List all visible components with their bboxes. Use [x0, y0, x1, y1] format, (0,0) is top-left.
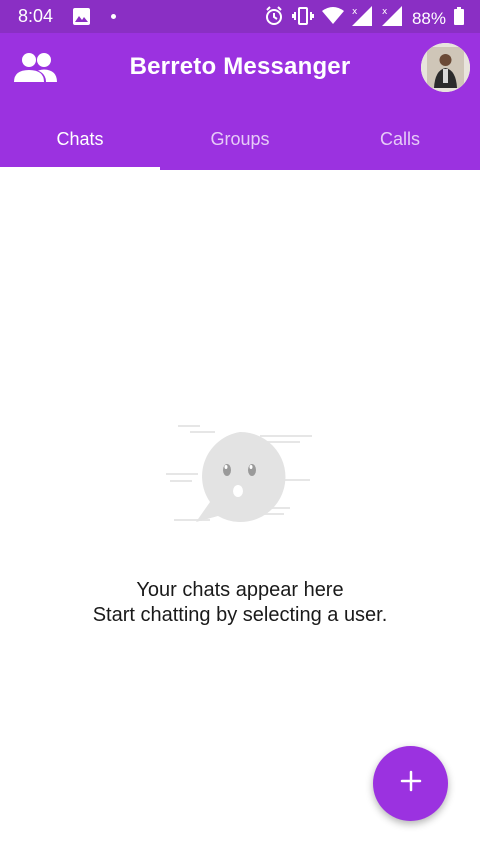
new-chat-button[interactable] [373, 746, 448, 821]
battery-percent: 88% [411, 8, 446, 28]
app-title: Berreto Messanger [129, 53, 351, 80]
image-icon [73, 8, 90, 30]
tab-label: Groups [210, 129, 270, 149]
app-bar: Berreto Messanger Chats Groups Calls [0, 33, 480, 170]
signal-icon: x [351, 6, 374, 31]
tab-indicator [0, 167, 160, 170]
tab-chats[interactable]: Chats [0, 111, 160, 170]
status-time: 8:04 [18, 6, 54, 26]
battery-icon [454, 7, 464, 30]
tab-groups[interactable]: Groups [160, 111, 320, 170]
empty-state-subtitle: Start chatting by selecting a user. [92, 604, 388, 626]
tab-label: Chats [56, 129, 104, 149]
empty-state-title: Your chats appear here [136, 579, 344, 601]
svg-text:x: x [352, 7, 358, 17]
alarm-icon [264, 6, 284, 31]
tab-calls[interactable]: Calls [320, 111, 480, 170]
profile-avatar[interactable] [421, 43, 470, 92]
notification-dot [111, 14, 116, 19]
tab-label: Calls [379, 129, 420, 149]
vibrate-icon [291, 7, 314, 30]
empty-state-message: Your chats appear here Start chatting by… [0, 578, 480, 628]
tab-bar: Chats Groups Calls [0, 111, 480, 170]
svg-text:x: x [382, 7, 388, 17]
signal-icon: x [381, 6, 404, 31]
plus-icon [400, 770, 422, 797]
status-icons: x x 88% [264, 6, 464, 31]
status-bar: 8:04 x x 88% [0, 0, 480, 33]
wifi-icon [321, 7, 344, 30]
empty-chat-illustration [160, 418, 320, 533]
